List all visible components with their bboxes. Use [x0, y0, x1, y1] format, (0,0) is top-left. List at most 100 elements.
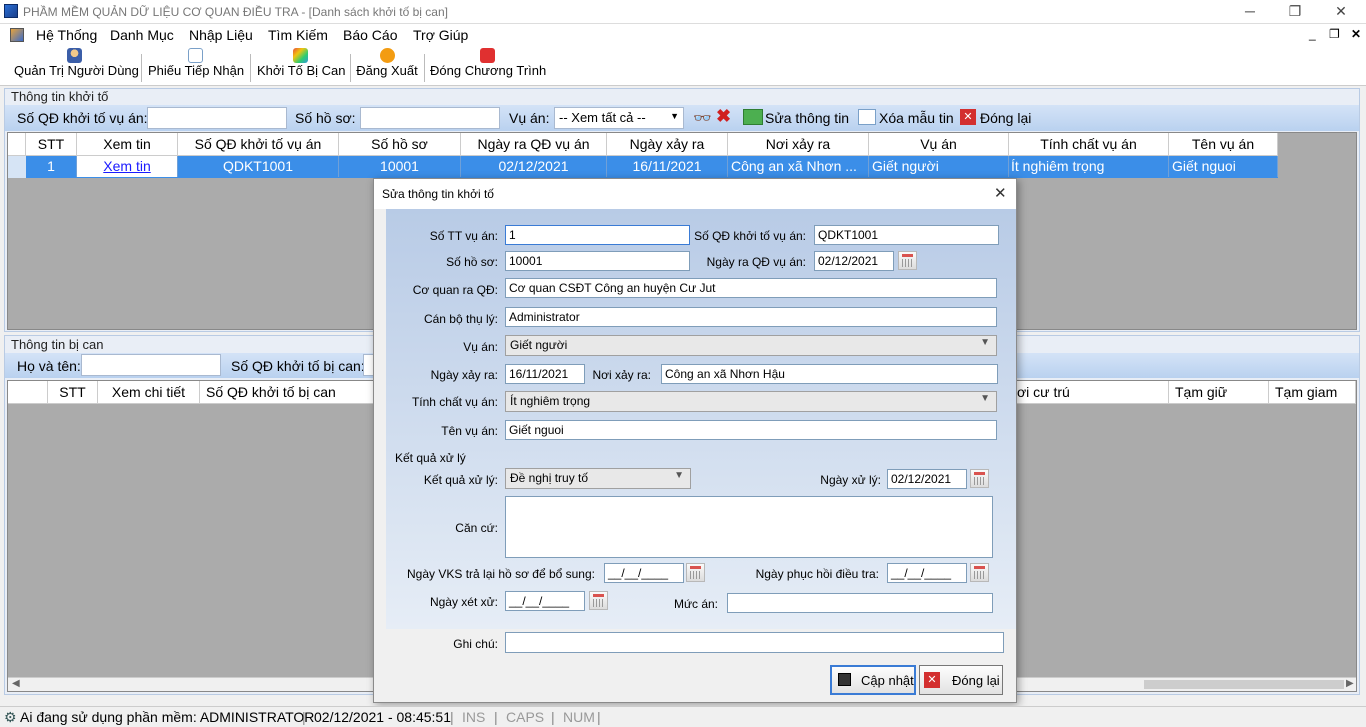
ngay-phuc-hoi-input[interactable]: __/__/____ [887, 563, 967, 583]
calendar-icon[interactable] [970, 469, 989, 488]
so-qd-input[interactable]: QDKT1001 [814, 225, 999, 245]
khoi-to-bi-can-button[interactable]: Khởi Tố Bị Can [257, 48, 346, 84]
so-qd-label: Số QĐ khởi tố vụ án: [694, 229, 806, 243]
binoculars-icon[interactable]: 👓 [693, 109, 712, 127]
column-header[interactable]: Số hồ sơ [339, 133, 461, 156]
dong-lai-button[interactable]: ✕ Đóng lại [919, 665, 1003, 695]
restore-icon[interactable]: ❐ [1285, 2, 1305, 22]
co-quan-input[interactable]: Cơ quan CSĐT Công an huyện Cư Jut [505, 278, 997, 298]
menu-nhap-lieu[interactable]: Nhập Liệu [189, 27, 253, 43]
phieu-tiep-nhan-button[interactable]: Phiếu Tiếp Nhận [148, 48, 244, 84]
ngay-xet-xu-label: Ngày xét xử: [429, 595, 498, 609]
column-header[interactable]: Nơi xảy ra [728, 133, 869, 156]
column-header[interactable]: Tính chất vụ án [1009, 133, 1169, 156]
sua-thong-tin-button[interactable]: Sửa thông tin [765, 110, 849, 126]
column-header[interactable]: ơi cư trú [1017, 381, 1169, 404]
column-header[interactable]: STT [26, 133, 77, 156]
can-cu-textarea[interactable] [505, 496, 993, 558]
user-icon [66, 48, 82, 63]
column-header[interactable]: STT [48, 381, 98, 404]
minimize-icon[interactable]: ─ [1240, 2, 1260, 22]
cap-nhat-button[interactable]: Cập nhật [830, 665, 916, 695]
logout-icon [379, 48, 395, 63]
noi-xay-ra-input[interactable]: Công an xã Nhơn Hậu [661, 364, 998, 384]
calendar-icon[interactable] [686, 563, 705, 582]
dong-chuong-trinh-button[interactable]: Đóng Chương Trình [430, 48, 546, 84]
so-qd-label: Số QĐ khởi tố vụ án: [17, 110, 148, 126]
column-header[interactable]: Ngày ra QĐ vụ án [461, 133, 607, 156]
ho-ten-filter-input[interactable] [81, 354, 221, 376]
ngay-xay-ra-input[interactable]: 16/11/2021 [505, 364, 585, 384]
vu-an-select[interactable]: Giết người ▼ [505, 335, 997, 356]
save-icon [838, 673, 851, 686]
khoi-to-header-row: STT Xem tin Số QĐ khởi tố vụ án Số hồ sơ… [8, 133, 1280, 156]
ngay-xu-ly-input[interactable]: 02/12/2021 [887, 469, 967, 489]
mdi-minimize-icon[interactable]: _ [1309, 27, 1316, 41]
clear-icon[interactable]: ✖ [716, 106, 731, 127]
menu-danh-muc[interactable]: Danh Mục [110, 27, 174, 43]
dropdown-arrow-icon: ▼ [670, 111, 679, 121]
column-header[interactable]: Ngày xảy ra [607, 133, 728, 156]
status-bar: ⚙ Ai đang sử dụng phần mềm: ADMINISTRATO… [0, 706, 1366, 727]
so-ho-so-input[interactable]: 10001 [505, 251, 690, 271]
row-header[interactable] [8, 156, 26, 178]
ghi-chu-input[interactable] [505, 632, 1004, 653]
menu-he-thong[interactable]: Hệ Thống [36, 27, 97, 43]
mdi-close-icon[interactable]: ✕ [1351, 27, 1361, 41]
cell-so-ho-so: 10001 [339, 156, 461, 177]
column-header[interactable]: Số QĐ khởi tố bị can [200, 381, 375, 404]
dialog-close-icon[interactable]: ✕ [994, 184, 1007, 202]
ngay-xet-xu-input[interactable]: __/__/____ [505, 591, 585, 611]
column-header[interactable]: Tạm giam [1269, 381, 1356, 404]
so-ho-so-filter-input[interactable] [360, 107, 500, 129]
calendar-icon[interactable] [970, 563, 989, 582]
toolbar: Quản Trị Người Dùng Phiếu Tiếp Nhận Khởi… [0, 46, 1366, 86]
scroll-thumb[interactable] [1144, 680, 1344, 689]
gear-icon: ⚙ [4, 709, 17, 725]
ket-qua-select[interactable]: Đề nghị truy tố ▼ [505, 468, 691, 489]
tinh-chat-label: Tính chất vụ án: [411, 395, 498, 409]
vu-an-filter-select[interactable]: -- Xem tất cả -- ▼ [554, 107, 684, 129]
ten-vu-an-input[interactable]: Giết nguoi [505, 420, 997, 440]
can-cu-label: Căn cứ: [455, 521, 498, 535]
ngay-ra-qd-input[interactable]: 02/12/2021 [814, 251, 894, 271]
noi-xay-ra-label: Nơi xảy ra: [592, 368, 651, 382]
menu-bao-cao[interactable]: Báo Cáo [343, 27, 397, 43]
calendar-icon[interactable] [898, 251, 917, 270]
ngay-vks-label: Ngày VKS trả lại hồ sơ để bổ sung: [407, 567, 595, 581]
separator: | [302, 709, 306, 725]
column-header[interactable]: Tạm giữ [1169, 381, 1269, 404]
calendar-icon[interactable] [589, 591, 608, 610]
separator: | [597, 709, 601, 725]
dong-lai-button[interactable]: Đóng lại [980, 110, 1031, 126]
so-qd-filter-input[interactable] [147, 107, 287, 129]
edit-icon [743, 109, 763, 125]
khoi-to-title: Thông tin khởi tố [11, 89, 109, 104]
so-tt-input[interactable]: 1 [505, 225, 690, 245]
separator: | [494, 709, 498, 725]
scroll-right-icon[interactable]: ▶ [1346, 678, 1354, 689]
menu-tro-giup[interactable]: Trợ Giúp [413, 27, 468, 43]
xem-tin-link[interactable]: Xem tin [77, 156, 178, 177]
can-bo-input[interactable]: Administrator [505, 307, 997, 327]
scroll-left-icon[interactable]: ◀ [12, 678, 20, 689]
muc-an-input[interactable] [727, 593, 993, 613]
column-header[interactable]: Xem tin [77, 133, 178, 156]
table-row[interactable]: 1 Xem tin QDKT1001 10001 02/12/2021 16/1… [8, 156, 1278, 178]
quan-tri-nguoi-dung-button[interactable]: Quản Trị Người Dùng [14, 48, 139, 84]
close-icon[interactable]: ✕ [1331, 2, 1351, 22]
dang-xuat-button[interactable]: Đăng Xuất [356, 48, 418, 84]
column-header[interactable]: Vụ án [869, 133, 1009, 156]
mdi-restore-icon[interactable]: ❐ [1329, 27, 1340, 41]
ngay-vks-input[interactable]: __/__/____ [604, 563, 684, 583]
document-icon [188, 48, 203, 63]
tinh-chat-select[interactable]: Ít nghiêm trọng ▼ [505, 391, 997, 412]
mdi-child-icon[interactable] [10, 28, 24, 42]
column-header[interactable]: Tên vụ án [1169, 133, 1278, 156]
column-header[interactable]: Số QĐ khởi tố vụ án [178, 133, 339, 156]
column-header[interactable]: Xem chi tiết [98, 381, 200, 404]
power-icon [479, 48, 495, 63]
xoa-mau-tin-button[interactable]: Xóa mẫu tin [879, 110, 954, 126]
ho-ten-label: Họ và tên: [17, 358, 81, 374]
menu-tim-kiem[interactable]: Tìm Kiếm [268, 27, 328, 43]
